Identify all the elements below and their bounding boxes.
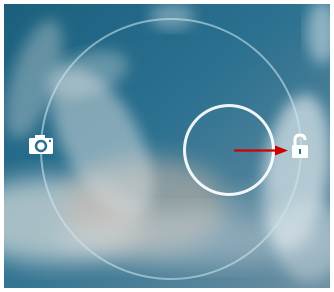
unlock-icon[interactable] <box>288 133 312 160</box>
drag-arrow <box>234 145 288 156</box>
lockscreen <box>4 4 330 288</box>
camera-icon[interactable] <box>27 132 55 156</box>
